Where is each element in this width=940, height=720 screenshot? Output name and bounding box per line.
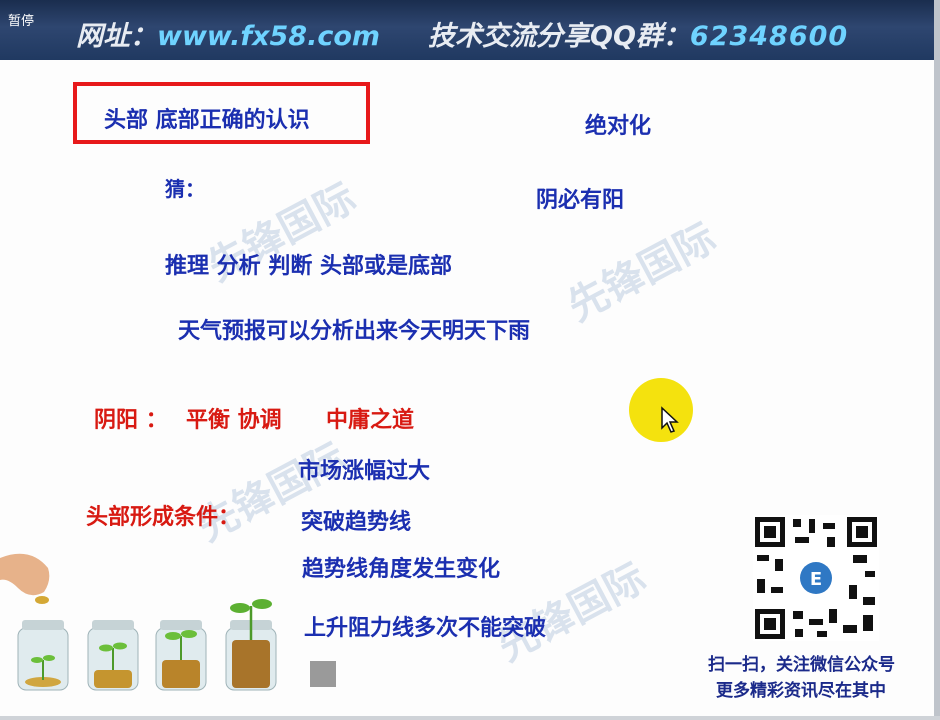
qq-group-number: 62348600 xyxy=(689,21,849,52)
watermark-logo: 先锋国际 xyxy=(560,214,724,331)
text-absolute: 绝对化 xyxy=(585,113,652,139)
slide-title: 头部 底部正确的认识 xyxy=(104,107,310,133)
text-yin-has-yang: 阴必有阳 xyxy=(536,187,625,213)
text-guess: 猜： xyxy=(165,177,205,201)
window-bottom-edge xyxy=(0,716,940,720)
condition-item: 趋势线角度发生变化 xyxy=(302,556,501,582)
qq-group-label: 技术交流分享QQ群： xyxy=(428,21,690,52)
text-middle-way: 中庸之道 xyxy=(326,407,415,433)
website-label: 网址： xyxy=(76,21,157,52)
coin-jars-illustration xyxy=(0,553,277,691)
website-line: 网址：www.fx58.com xyxy=(76,14,380,53)
qr-caption-scan: 扫一扫，关注微信公众号 xyxy=(708,655,895,675)
text-balance: 平衡 协调 xyxy=(186,407,282,433)
svg-text:E: E xyxy=(810,569,822,590)
watermark-logo: 先锋国际 xyxy=(490,554,654,671)
qr-caption-more: 更多精彩资讯尽在其中 xyxy=(716,681,886,701)
jar-1 xyxy=(17,620,69,691)
text-weather: 天气预报可以分析出来今天明天下雨 xyxy=(178,318,531,344)
mouse-pointer-icon xyxy=(661,406,679,433)
jar-2 xyxy=(87,620,139,691)
text-yinyang-label: 阴阳 ： xyxy=(94,407,168,433)
window-scrollbar[interactable] xyxy=(934,0,940,720)
header-banner: 暂停 网址：www.fx58.com 技术交流分享QQ群：62348600 xyxy=(0,0,934,60)
pause-indicator[interactable]: 暂停 xyxy=(8,10,34,29)
jar-4 xyxy=(225,599,277,691)
text-top-condition-label: 头部形成条件： xyxy=(86,504,241,530)
text-reasoning: 推理 分析 判断 头部或是底部 xyxy=(165,253,452,279)
condition-item: 市场涨幅过大 xyxy=(298,458,431,484)
condition-item: 上升阻力线多次不能突破 xyxy=(304,615,547,641)
qr-code: E xyxy=(753,515,879,641)
condition-item: 突破趋势线 xyxy=(301,509,412,535)
website-url: www.fx58.com xyxy=(157,21,381,52)
jar-3 xyxy=(155,620,207,691)
grey-square-marker xyxy=(310,661,336,687)
qq-group-line: 技术交流分享QQ群：62348600 xyxy=(428,14,848,53)
